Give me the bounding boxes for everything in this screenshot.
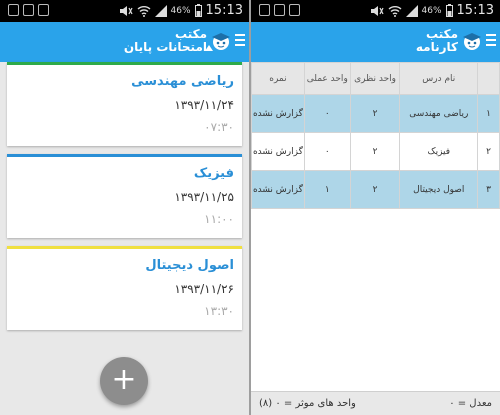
wifi-icon [388, 5, 401, 17]
grade: گزارش نشده [251, 170, 305, 209]
notification-icon [274, 4, 285, 16]
screen-title: کارنامه [415, 40, 458, 54]
app-bar: مکتب کارنامه [251, 22, 500, 62]
exam-time: ۰۷:۳۰ [204, 120, 234, 134]
exam-time: ۱۳:۳۰ [204, 304, 234, 318]
app-title: مکتب امتحانات پایان [77, 28, 207, 54]
hamburger-icon[interactable] [486, 34, 496, 46]
battery-percent: 46% [170, 5, 191, 16]
header-theory-units: واحد نظری [349, 62, 401, 95]
battery-percent: 46% [421, 5, 442, 16]
battery-icon [445, 4, 453, 17]
effective-units-label: واحد های موثر = ۰ (۸) [259, 398, 356, 409]
theory-units: ۲ [349, 94, 401, 133]
theory-units: ۲ [349, 132, 401, 171]
exam-name: فیزیک [193, 166, 234, 181]
grades-table: نام درس واحد نظری واحد عملی نمره ۱ ریاضی… [251, 62, 500, 209]
header-index [477, 62, 500, 95]
practical-units: ۱ [303, 170, 351, 209]
report-card-screen: 46% 15:13 مکتب کارنامه نام درس واحد نظری [251, 0, 500, 415]
row-index: ۱ [477, 94, 500, 133]
table-header-row: نام درس واحد نظری واحد عملی نمره [251, 62, 500, 95]
exam-name: اصول دیجیتال [145, 258, 234, 273]
notification-icon [23, 4, 34, 16]
exam-card[interactable]: ریاضی مهندسی ۱۳۹۳/۱۱/۲۴ ۰۷:۳۰ [7, 62, 242, 146]
average-label: معدل = ۰ [449, 398, 492, 409]
card-color-bar [7, 154, 242, 157]
exam-date: ۱۳۹۳/۱۱/۲۵ [174, 190, 234, 204]
exam-card[interactable]: اصول دیجیتال ۱۳۹۳/۱۱/۲۶ ۱۳:۳۰ [7, 246, 242, 330]
status-bar: 46% 15:13 [251, 0, 500, 22]
graduation-cap-icon [463, 33, 481, 50]
wifi-icon [137, 5, 150, 17]
clock: 15:13 [205, 3, 243, 18]
notification-icons [8, 4, 49, 16]
clock: 15:13 [456, 3, 494, 18]
course-name: فیزیک [399, 132, 479, 171]
notification-icon [289, 4, 300, 16]
table-row[interactable]: ۲ فیزیک ۲ ۰ گزارش نشده [251, 132, 500, 171]
dropdown-triangle-icon[interactable] [205, 45, 213, 51]
graduation-cap-icon [212, 33, 230, 50]
table-row[interactable]: ۱ ریاضی مهندسی ۲ ۰ گزارش نشده [251, 94, 500, 133]
row-index: ۳ [477, 170, 500, 209]
course-name: اصول دیجیتال [399, 170, 479, 209]
hamburger-icon[interactable] [235, 34, 245, 46]
battery-icon [194, 4, 202, 17]
add-exam-button[interactable]: + [100, 357, 148, 405]
summary-footer: معدل = ۰ واحد های موثر = ۰ (۸) [251, 391, 500, 415]
mute-icon [370, 5, 384, 16]
exam-time: ۱۱:۰۰ [204, 212, 234, 226]
theory-units: ۲ [349, 170, 401, 209]
header-grade: نمره [251, 62, 305, 95]
exam-card[interactable]: فیزیک ۱۳۹۳/۱۱/۲۵ ۱۱:۰۰ [7, 154, 242, 238]
notification-icons [259, 4, 300, 16]
header-practical-units: واحد عملی [303, 62, 351, 95]
screen-title[interactable]: امتحانات پایان [77, 41, 207, 54]
row-index: ۲ [477, 132, 500, 171]
exam-date: ۱۳۹۳/۱۱/۲۶ [174, 282, 234, 296]
grade: گزارش نشده [251, 132, 305, 171]
exam-date: ۱۳۹۳/۱۱/۲۴ [174, 98, 234, 112]
practical-units: ۰ [303, 132, 351, 171]
status-bar: 46% 15:13 [0, 0, 249, 22]
mute-icon [119, 5, 133, 16]
notification-icon [259, 4, 270, 16]
card-color-bar [7, 62, 242, 65]
card-color-bar [7, 246, 242, 249]
app-title: مکتب کارنامه [378, 28, 458, 54]
exams-screen: 46% 15:13 مکتب امتحانات پایان ریاضی مهند… [0, 0, 249, 415]
notification-icon [8, 4, 19, 16]
notification-icon [38, 4, 49, 16]
table-row[interactable]: ۳ اصول دیجیتال ۲ ۱ گزارش نشده [251, 170, 500, 209]
signal-icon [405, 4, 418, 17]
header-course: نام درس [399, 62, 479, 95]
exam-name: ریاضی مهندسی [131, 74, 234, 89]
practical-units: ۰ [303, 94, 351, 133]
course-name: ریاضی مهندسی [399, 94, 479, 133]
signal-icon [154, 4, 167, 17]
grade: گزارش نشده [251, 94, 305, 133]
app-bar: مکتب امتحانات پایان [0, 22, 249, 62]
